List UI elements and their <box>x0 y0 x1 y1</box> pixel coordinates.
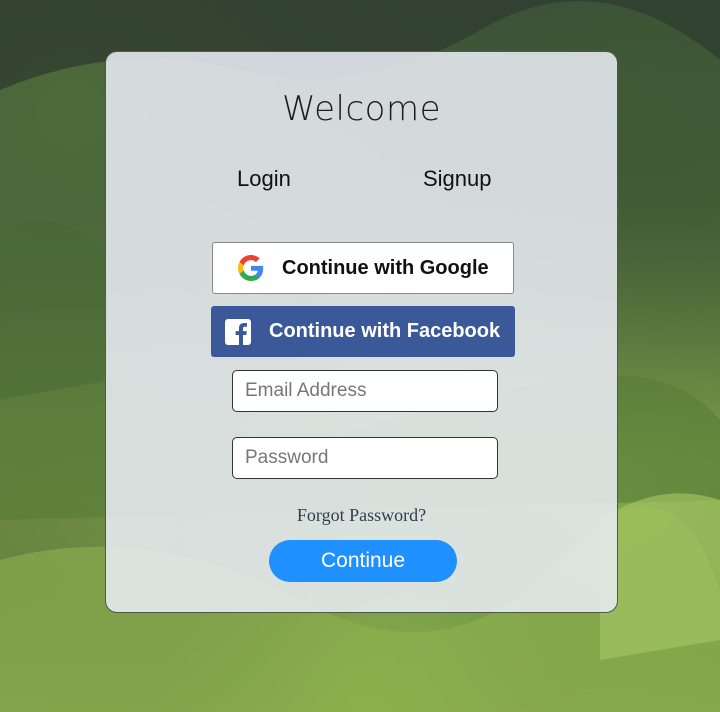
google-icon <box>238 255 264 281</box>
email-field[interactable] <box>232 370 498 412</box>
facebook-button-label: Continue with Facebook <box>269 320 501 342</box>
forgot-password-link[interactable]: Forgot Password? <box>106 505 617 526</box>
login-card: Welcome Login Signup Continue with Googl… <box>105 51 618 613</box>
tab-login[interactable]: Login <box>237 166 291 192</box>
continue-button[interactable]: Continue <box>269 540 457 582</box>
tab-signup[interactable]: Signup <box>423 166 492 192</box>
welcome-title: Welcome <box>281 89 442 129</box>
facebook-signin-button[interactable]: Continue with Facebook <box>211 306 515 357</box>
facebook-icon <box>225 318 251 345</box>
password-field[interactable] <box>232 437 498 479</box>
google-signin-button[interactable]: Continue with Google <box>212 242 514 294</box>
google-button-label: Continue with Google <box>282 256 489 279</box>
